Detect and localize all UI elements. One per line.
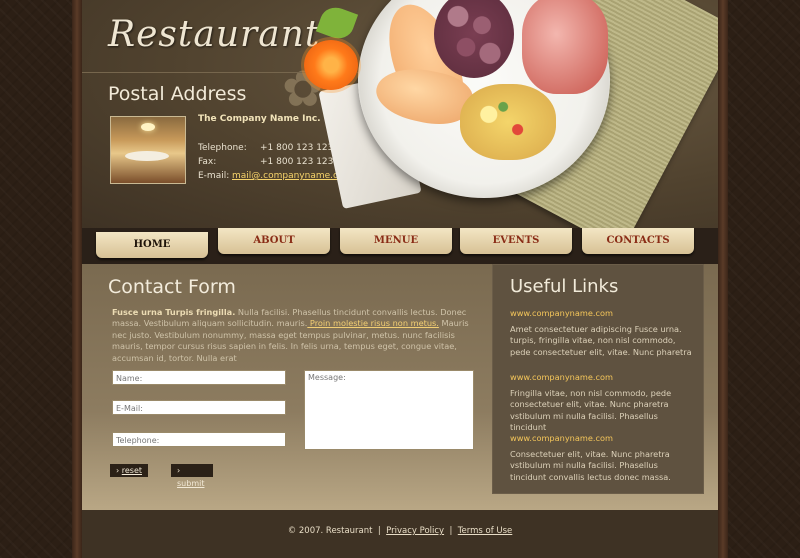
reset-label: reset bbox=[121, 466, 143, 475]
separator: | bbox=[449, 526, 453, 536]
restaurant-photo bbox=[110, 116, 186, 184]
telephone-label: Telephone: bbox=[198, 143, 247, 153]
wood-border-left bbox=[72, 0, 82, 558]
link-url[interactable]: www.companyname.com bbox=[510, 433, 696, 443]
contact-form-title: Contact Form bbox=[108, 276, 236, 298]
link-text: Fringilla vitae, non nisl commodo, pede … bbox=[510, 388, 672, 433]
telephone-field[interactable]: Telephone: bbox=[112, 432, 286, 447]
ham-image bbox=[522, 0, 608, 94]
leaf-icon bbox=[315, 3, 359, 43]
email-label: E-mail: bbox=[198, 171, 230, 181]
fax-value: +1 800 123 1234 bbox=[260, 157, 340, 167]
page: ✿ ✿ ✿ Restaurant Postal Address The Comp… bbox=[82, 0, 718, 558]
link-text: Amet consectetuer adipiscing Fusce urna.… bbox=[510, 324, 692, 357]
header: ✿ ✿ ✿ Restaurant Postal Address The Comp… bbox=[82, 0, 718, 228]
nav-events[interactable]: EVENTS bbox=[460, 228, 572, 254]
link-item: www.companyname.com Consectetuer elit, v… bbox=[510, 433, 696, 483]
submit-label: submit bbox=[177, 479, 205, 488]
main-content: Contact Form Fusce urna Turpis fringilla… bbox=[82, 264, 718, 510]
footer: © 2007. Restaurant | Privacy Policy | Te… bbox=[82, 510, 718, 558]
email-link[interactable]: mail@.companyname.com bbox=[232, 171, 352, 181]
company-name: The Company Name Inc. bbox=[198, 114, 321, 124]
nav-home[interactable]: HOME bbox=[96, 232, 208, 258]
submit-button[interactable]: › submit bbox=[171, 464, 213, 488]
nav-about[interactable]: ABOUT bbox=[218, 228, 330, 254]
nav-contacts[interactable]: CONTACTS bbox=[582, 228, 694, 254]
terms-of-use-link[interactable]: Terms of Use bbox=[458, 526, 513, 536]
email-row: E-mail: mail@.companyname.com bbox=[198, 171, 352, 181]
contact-intro-text: Fusce urna Turpis fringilla. Nulla facil… bbox=[112, 307, 482, 364]
logo[interactable]: Restaurant bbox=[108, 14, 320, 55]
nav-menue[interactable]: MENUE bbox=[340, 228, 452, 254]
postal-address-title: Postal Address bbox=[108, 83, 247, 105]
link-text: Consectetuer elit, vitae. Nunc pharetra … bbox=[510, 449, 671, 482]
useful-links-panel: Useful Links www.companyname.com Amet co… bbox=[492, 264, 704, 494]
separator: | bbox=[377, 526, 381, 536]
link-item: www.companyname.com Fringilla vitae, non… bbox=[510, 372, 696, 434]
chevron-right-icon: › bbox=[177, 466, 181, 475]
privacy-policy-link[interactable]: Privacy Policy bbox=[386, 526, 444, 536]
reset-button[interactable]: › reset bbox=[110, 464, 149, 477]
main-nav: HOME ABOUT MENUE EVENTS CONTACTS bbox=[82, 228, 718, 264]
intro-link[interactable]: Proin molestie risus non metus. bbox=[307, 318, 439, 328]
fax-row: Fax: +1 800 123 1234 bbox=[198, 157, 339, 167]
link-item: www.companyname.com Amet consectetuer ad… bbox=[510, 308, 696, 358]
telephone-row: Telephone: +1 800 123 1234 bbox=[198, 143, 339, 153]
copyright: © 2007. Restaurant bbox=[287, 526, 373, 536]
telephone-value: +1 800 123 1234 bbox=[260, 143, 340, 153]
wood-border-right bbox=[718, 0, 728, 558]
footer-text: © 2007. Restaurant | Privacy Policy | Te… bbox=[82, 526, 718, 536]
lamp-icon bbox=[141, 123, 155, 131]
chevron-right-icon: › bbox=[116, 466, 120, 475]
table-icon bbox=[125, 151, 169, 161]
intro-lead: Fusce urna Turpis fringilla. bbox=[112, 307, 236, 317]
email-field[interactable]: E-Mail: bbox=[112, 400, 286, 415]
message-field[interactable]: Message: bbox=[304, 370, 474, 450]
marigold-flower-icon bbox=[304, 40, 358, 90]
useful-links-title: Useful Links bbox=[510, 276, 619, 297]
link-url[interactable]: www.companyname.com bbox=[510, 308, 696, 318]
name-field[interactable]: Name: bbox=[112, 370, 286, 385]
eggs-image bbox=[460, 84, 556, 160]
fax-label: Fax: bbox=[198, 157, 217, 167]
link-url[interactable]: www.companyname.com bbox=[510, 372, 696, 382]
